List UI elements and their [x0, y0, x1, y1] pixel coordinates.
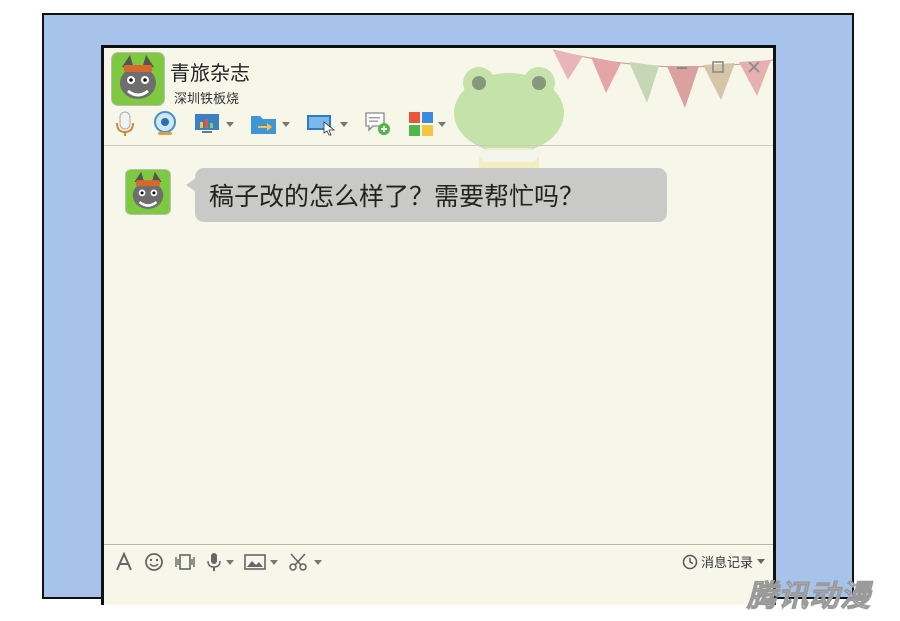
emoji-icon	[145, 553, 163, 571]
screen-share-button[interactable]	[194, 112, 234, 136]
input-divider	[104, 544, 773, 545]
contact-avatar[interactable]	[111, 52, 165, 106]
webcam-icon	[154, 111, 176, 135]
shake-icon	[175, 554, 195, 570]
close-icon[interactable]	[745, 58, 763, 76]
apps-button[interactable]	[408, 111, 446, 137]
minimize-icon[interactable]	[673, 58, 691, 76]
message-history-button[interactable]: 消息记录	[682, 552, 765, 571]
header-divider	[104, 145, 773, 146]
screen-share-icon	[195, 114, 219, 133]
wolf-avatar-icon	[126, 170, 170, 214]
screenshot-icon	[289, 553, 307, 571]
add-message-icon	[365, 112, 390, 135]
chevron-down-icon[interactable]	[270, 559, 278, 565]
send-image-button[interactable]	[244, 552, 278, 572]
image-icon	[244, 554, 266, 570]
shake-button[interactable]	[174, 552, 196, 572]
message-bubble[interactable]: 稿子改的怎么样了？需要帮忙吗？	[186, 168, 667, 222]
history-label: 消息记录	[700, 556, 753, 571]
contact-name: 青旅杂志	[170, 61, 250, 85]
font-button[interactable]	[114, 552, 134, 572]
window-header: 青旅杂志 深圳铁板烧	[104, 48, 773, 146]
message-sender-avatar[interactable]	[125, 169, 171, 215]
remote-desktop-icon	[307, 115, 336, 136]
chat-toolbar	[114, 110, 462, 138]
chevron-down-icon[interactable]	[226, 121, 234, 127]
watermark-logo: 腾讯动漫	[747, 579, 871, 615]
clock-icon	[682, 554, 698, 569]
chevron-down-icon[interactable]	[226, 559, 234, 565]
voice-message-button[interactable]	[206, 552, 234, 572]
font-icon	[116, 552, 132, 571]
chevron-down-icon[interactable]	[340, 121, 348, 127]
apps-icon	[409, 112, 433, 136]
chat-window: 青旅杂志 深圳铁板烧 稿子改的怎么样了？需要帮忙吗？ 消息记录	[101, 45, 776, 605]
wolf-avatar-icon	[112, 53, 164, 105]
chevron-down-icon[interactable]	[282, 121, 290, 127]
microphone-icon	[116, 111, 134, 136]
screenshot-button[interactable]	[288, 552, 322, 572]
send-file-button[interactable]	[250, 112, 290, 136]
emoji-button[interactable]	[144, 552, 164, 572]
voice-icon	[207, 553, 221, 571]
chevron-down-icon[interactable]	[314, 559, 322, 565]
contact-status: 深圳铁板烧	[174, 92, 240, 107]
input-toolbar	[114, 550, 332, 574]
new-discussion-button[interactable]	[364, 111, 392, 137]
chevron-down-icon[interactable]	[438, 121, 446, 127]
window-controls	[673, 58, 763, 76]
video-call-button[interactable]	[152, 111, 178, 137]
chevron-down-icon[interactable]	[757, 559, 765, 564]
remote-assist-button[interactable]	[306, 112, 348, 136]
file-transfer-icon	[251, 116, 276, 134]
maximize-icon[interactable]	[709, 58, 727, 76]
voice-call-button[interactable]	[114, 111, 136, 137]
